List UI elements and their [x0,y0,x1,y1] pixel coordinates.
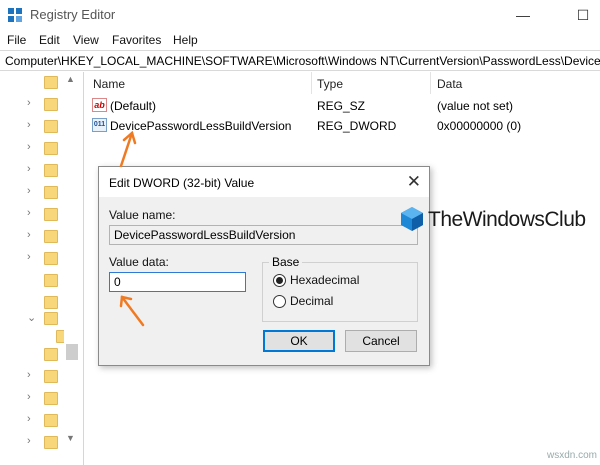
annotation-arrows [119,130,145,327]
arrow-to-value-data [120,295,145,327]
